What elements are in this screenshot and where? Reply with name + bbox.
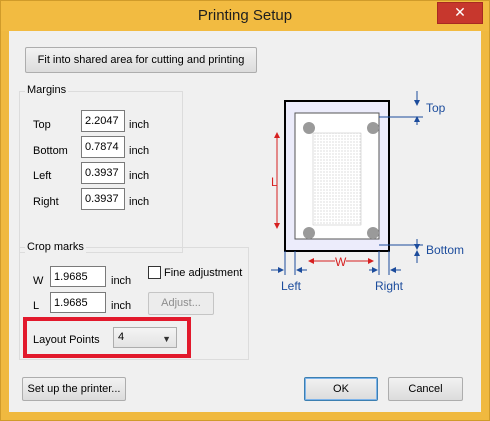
- registration-mark-top-left: [303, 122, 315, 134]
- margins-left-unit: inch: [129, 170, 150, 182]
- crop-w-label: W: [33, 275, 44, 287]
- page-layout-diagram: Top Bottom Left Right L W: [263, 63, 478, 306]
- margins-bottom-unit: inch: [129, 145, 150, 157]
- margins-top-field[interactable]: 2.2047: [81, 110, 125, 132]
- chevron-down-icon: ▼: [162, 334, 171, 344]
- margins-group-label: Margins: [25, 84, 69, 96]
- margins-left-label: Left: [33, 170, 52, 182]
- layout-points-select[interactable]: 4 ▼: [113, 327, 177, 348]
- margins-right-unit: inch: [129, 196, 150, 208]
- printing-setup-window: Printing Setup ✕ Fit into shared area fo…: [0, 0, 490, 421]
- fine-adjustment-label: Fine adjustment: [164, 267, 243, 279]
- fine-adjustment-checkbox[interactable]: [148, 266, 161, 279]
- layout-points-value: 4: [118, 331, 125, 343]
- title-bar[interactable]: Printing Setup ✕: [1, 1, 489, 31]
- diagram-bottom-label: Bottom: [426, 243, 465, 257]
- crop-l-field[interactable]: 1.9685: [50, 292, 106, 313]
- window-title: Printing Setup: [197, 7, 293, 24]
- cancel-button[interactable]: Cancel: [388, 377, 463, 401]
- crop-w-field[interactable]: 1.9685: [50, 266, 106, 287]
- margins-top-unit: inch: [129, 119, 150, 131]
- margins-bottom-label: Bottom: [33, 145, 68, 157]
- margins-top-label: Top: [33, 119, 51, 131]
- registration-mark-top-right: [367, 122, 379, 134]
- margins-right-field[interactable]: 0.3937: [81, 188, 125, 210]
- layout-preview-svg: [271, 91, 423, 275]
- layout-points-label: Layout Points: [33, 334, 100, 346]
- margins-bottom-field[interactable]: 0.7874: [81, 136, 125, 158]
- registration-mark-bottom-left: [303, 227, 315, 239]
- diagram-l-label: L: [271, 175, 278, 189]
- fit-shared-area-button[interactable]: Fit into shared area for cutting and pri…: [25, 47, 257, 73]
- registration-mark-bottom-right: [367, 227, 379, 239]
- margins-right-label: Right: [33, 196, 59, 208]
- crop-w-unit: inch: [111, 275, 132, 287]
- crop-marks-group-label: Crop marks: [25, 241, 86, 253]
- adjust-button[interactable]: Adjust...: [148, 292, 214, 315]
- crop-l-unit: inch: [111, 300, 132, 312]
- close-button[interactable]: ✕: [437, 2, 483, 24]
- setup-printer-button[interactable]: Set up the printer...: [22, 377, 126, 401]
- diagram-left-label: Left: [281, 279, 302, 293]
- margins-left-field[interactable]: 0.3937: [81, 162, 125, 184]
- ok-button[interactable]: OK: [304, 377, 378, 401]
- diagram-right-label: Right: [375, 279, 404, 293]
- diagram-w-label: W: [335, 255, 347, 269]
- printable-area: [312, 132, 362, 226]
- crop-l-label: L: [33, 300, 40, 312]
- diagram-top-label: Top: [426, 101, 446, 115]
